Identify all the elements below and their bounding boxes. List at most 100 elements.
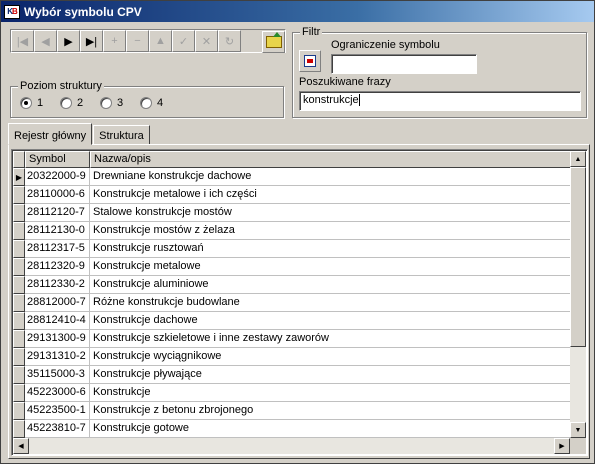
prior-record-icon: ◀ (41, 35, 50, 48)
next-record-icon: ▶ (64, 35, 73, 48)
cpv-grid[interactable]: Symbol Nazwa/opis ▶ 20322000-9 Drewniane k… (11, 149, 588, 456)
tab-rejestr-glowny[interactable]: Rejestr główny (8, 123, 93, 145)
filtr-legend: Filtr (300, 26, 323, 38)
symbol-cell[interactable]: 28112317-5 (25, 240, 90, 258)
column-header-nazwa[interactable]: Nazwa/opis (90, 151, 576, 168)
table-row[interactable]: 45223000-6 Konstrukcje (13, 384, 576, 402)
scroll-up-icon[interactable]: ▲ (570, 151, 586, 167)
table-row[interactable]: 45223500-1 Konstrukcje z betonu zbrojoneg… (13, 402, 576, 420)
table-row[interactable]: 28812000-7 Różne konstrukcje budowlane (13, 294, 576, 312)
last-record-button[interactable]: ▶| (80, 30, 103, 52)
scroll-thumb[interactable] (570, 167, 586, 347)
nazwa-cell[interactable]: Konstrukcje z betonu zbrojonego (90, 402, 576, 420)
poziom-struktury-group: Poziom struktury 1 2 3 4 (10, 80, 284, 118)
tab-struktura[interactable]: Struktura (93, 125, 150, 145)
scroll-left-icon[interactable]: ◀ (13, 438, 29, 454)
row-indicator (13, 204, 25, 222)
row-indicator (13, 330, 25, 348)
table-row[interactable]: 28112130-0 Konstrukcje mostów z żelaza (13, 222, 576, 240)
symbol-cell[interactable]: 28812000-7 (25, 294, 90, 312)
prior-record-button[interactable]: ◀ (34, 30, 57, 52)
next-record-button[interactable]: ▶ (57, 30, 80, 52)
nazwa-cell[interactable]: Konstrukcje rusztowań (90, 240, 576, 258)
ograniczenie-label: Ograniczenie symbolu (331, 39, 440, 51)
table-row[interactable]: 28112317-5 Konstrukcje rusztowań (13, 240, 576, 258)
row-indicator (13, 294, 25, 312)
nazwa-cell[interactable]: Stalowe konstrukcje mostów (90, 204, 576, 222)
radio-button-icon (20, 97, 32, 109)
table-row[interactable]: 28112320-9 Konstrukcje metalowe (13, 258, 576, 276)
refresh-button[interactable]: ↻ (218, 30, 241, 52)
nazwa-cell[interactable]: Konstrukcje metalowe i ich części (90, 186, 576, 204)
filter-toggle-button[interactable] (299, 50, 321, 72)
scroll-right-icon[interactable]: ▶ (554, 438, 570, 454)
symbol-cell[interactable]: 35115000-3 (25, 366, 90, 384)
insert-button[interactable]: + (103, 30, 126, 52)
nazwa-cell[interactable]: Różne konstrukcje budowlane (90, 294, 576, 312)
row-indicator (13, 420, 25, 438)
edit-button[interactable]: ▲ (149, 30, 172, 52)
symbol-cell[interactable]: 45223500-1 (25, 402, 90, 420)
symbol-cell[interactable]: 29131310-2 (25, 348, 90, 366)
nazwa-cell[interactable]: Konstrukcje (90, 384, 576, 402)
nazwa-cell[interactable]: Konstrukcje metalowe (90, 258, 576, 276)
symbol-cell[interactable]: 20322000-9 (25, 168, 90, 186)
table-row[interactable]: 45223810-7 Konstrukcje gotowe (13, 420, 576, 438)
nazwa-cell[interactable]: Konstrukcje pływające (90, 366, 576, 384)
table-row[interactable]: ▶ 20322000-9 Drewniane konstrukcje dachowe (13, 168, 576, 186)
column-header-symbol[interactable]: Symbol (25, 151, 90, 168)
symbol-cell[interactable]: 28110000-6 (25, 186, 90, 204)
filter-icon (304, 55, 316, 67)
row-indicator (13, 312, 25, 330)
radio-button-icon (140, 97, 152, 109)
cpv-dialog: KB Wybór symbolu CPV |◀ ◀ ▶ ▶| + − ▲ ✓ ✕ ↻ Poziom… (0, 0, 595, 464)
nazwa-cell[interactable]: Konstrukcje aluminiowe (90, 276, 576, 294)
symbol-cell[interactable]: 28112320-9 (25, 258, 90, 276)
table-row[interactable]: 28812410-4 Konstrukcje dachowe (13, 312, 576, 330)
post-button[interactable]: ✓ (172, 30, 195, 52)
symbol-cell[interactable]: 45223000-6 (25, 384, 90, 402)
nazwa-cell[interactable]: Konstrukcje mostów z żelaza (90, 222, 576, 240)
table-row[interactable]: 28112120-7 Stalowe konstrukcje mostów (13, 204, 576, 222)
level-radio-3[interactable]: 3 (100, 97, 140, 109)
row-indicator (13, 222, 25, 240)
nazwa-cell[interactable]: Konstrukcje szkieletowe i inne zestawy z… (90, 330, 576, 348)
navigator-toolbar: |◀ ◀ ▶ ▶| + − ▲ ✓ ✕ ↻ (10, 29, 286, 53)
app-icon: KB (4, 4, 20, 19)
horizontal-scrollbar[interactable]: ◀ ▶ (13, 438, 570, 454)
level-radio-2[interactable]: 2 (60, 97, 100, 109)
radio-label: 2 (77, 97, 84, 109)
radio-button-icon (60, 97, 72, 109)
delete-button[interactable]: − (126, 30, 149, 52)
cancel-button[interactable]: ✕ (195, 30, 218, 52)
symbol-cell[interactable]: 29131300-9 (25, 330, 90, 348)
vertical-scrollbar[interactable]: ▲ ▼ (570, 151, 586, 438)
delete-icon: − (134, 35, 141, 47)
poszukiwane-value: konstrukcje (303, 94, 359, 106)
symbol-cell[interactable]: 28112330-2 (25, 276, 90, 294)
symbol-cell[interactable]: 28812410-4 (25, 312, 90, 330)
nazwa-cell[interactable]: Konstrukcje dachowe (90, 312, 576, 330)
poszukiwane-input[interactable]: konstrukcje (299, 91, 581, 111)
open-button[interactable] (262, 31, 285, 53)
level-radio-1[interactable]: 1 (20, 97, 60, 109)
first-record-button[interactable]: |◀ (11, 30, 34, 52)
scroll-down-icon[interactable]: ▼ (570, 422, 586, 438)
symbol-cell[interactable]: 45223810-7 (25, 420, 90, 438)
ograniczenie-input[interactable] (331, 54, 477, 74)
tab-struktura-label: Struktura (99, 130, 144, 142)
table-row[interactable]: 29131310-2 Konstrukcje wyciągnikowe (13, 348, 576, 366)
table-row[interactable]: 28112330-2 Konstrukcje aluminiowe (13, 276, 576, 294)
title-bar[interactable]: KB Wybór symbolu CPV (1, 1, 594, 22)
symbol-cell[interactable]: 28112120-7 (25, 204, 90, 222)
table-row[interactable]: 28110000-6 Konstrukcje metalowe i ich czę… (13, 186, 576, 204)
symbol-cell[interactable]: 28112130-0 (25, 222, 90, 240)
radio-label: 1 (37, 97, 44, 109)
nazwa-cell[interactable]: Konstrukcje gotowe (90, 420, 576, 438)
table-row[interactable]: 35115000-3 Konstrukcje pływające (13, 366, 576, 384)
level-radio-4[interactable]: 4 (140, 97, 180, 109)
nazwa-cell[interactable]: Drewniane konstrukcje dachowe (90, 168, 576, 186)
table-row[interactable]: 29131300-9 Konstrukcje szkieletowe i inne… (13, 330, 576, 348)
nazwa-cell[interactable]: Konstrukcje wyciągnikowe (90, 348, 576, 366)
text-caret (358, 94, 360, 107)
